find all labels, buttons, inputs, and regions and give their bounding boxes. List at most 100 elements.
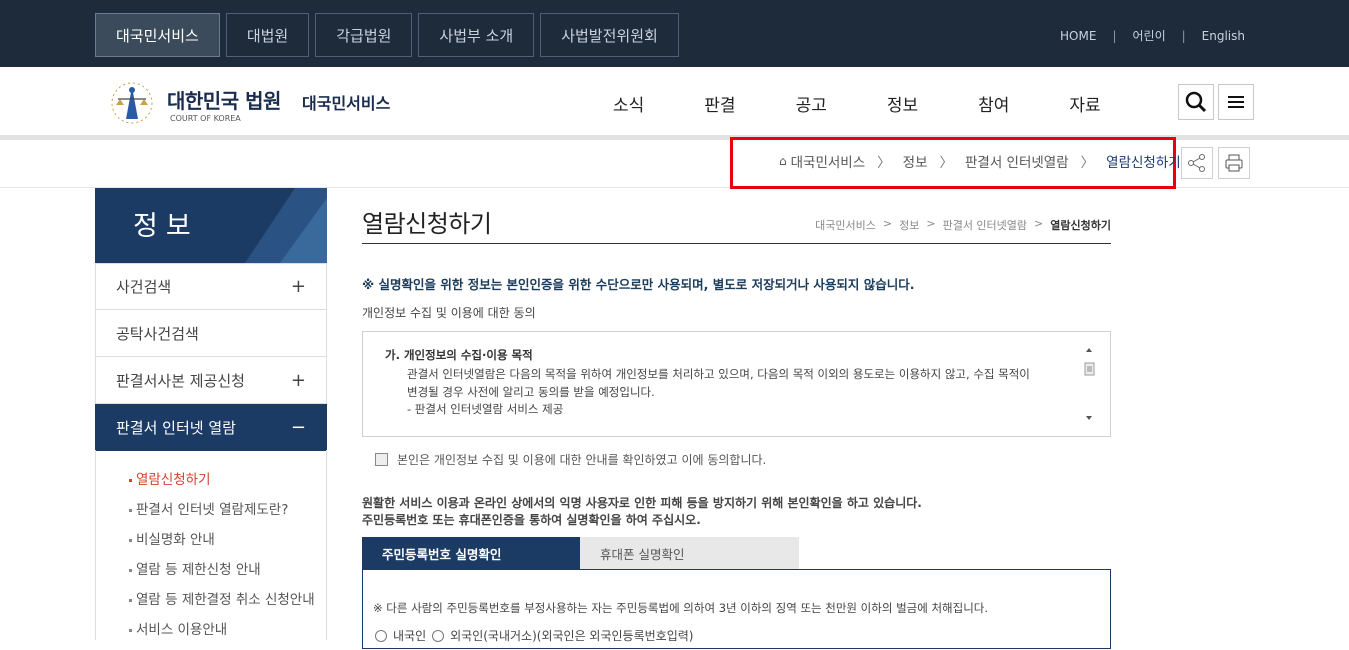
page-breadcrumb-item[interactable]: 대국민서비스: [815, 217, 876, 233]
site-tab-supreme-court[interactable]: 대법원: [225, 13, 310, 57]
minus-icon: −: [290, 416, 306, 438]
submenu-label: 열람 등 제한결정 취소 신청안내: [136, 592, 315, 608]
submenu-label: 서비스 이용안내: [136, 622, 228, 638]
submenu-label: 열람 등 제한신청 안내: [136, 562, 261, 578]
plus-icon: +: [290, 276, 306, 297]
consent-label: 개인정보 수집 및 이용에 대한 동의: [362, 306, 536, 320]
page-title: 열람신청하기: [362, 210, 492, 238]
submenu-item-anonymization[interactable]: 비실명화 안내: [96, 530, 326, 560]
chevron-right-icon: >: [1034, 217, 1044, 230]
terms-box[interactable]: 가. 개인정보의 수집·이용 목적 관결서 인터넷열람은 다음의 목적을 위하여…: [362, 331, 1111, 437]
print-icon: [1225, 154, 1243, 172]
page-breadcrumb: 대국민서비스 > 정보 > 판결서 인터넷열람 > 열람신청하기: [815, 217, 1111, 233]
home-link[interactable]: HOME: [1060, 29, 1096, 43]
sidebar-item-label: 공탁사건검색: [116, 324, 199, 343]
legal-warning: ※ 다른 사람의 주민등록번호를 부정사용하는 자는 주민등록법에 의하여 3년…: [373, 601, 989, 615]
terms-heading: 가. 개인정보의 수집·이용 목적: [385, 348, 533, 362]
sidebar-menu: 사건검색 + 공탁사건검색 판결서사본 제공신청 + 판결서 인터넷 열람 −: [95, 263, 327, 451]
plus-icon: +: [290, 369, 306, 391]
breadcrumb-current[interactable]: 열람신청하기: [1106, 151, 1181, 171]
terms-body: 관결서 인터넷열람은 다음의 목적을 위하여 개인정보를 처리하고 있으며, 다…: [407, 367, 1030, 399]
nav-notice[interactable]: 공고: [796, 91, 827, 116]
submenu-label: 열람신청하기: [136, 472, 211, 488]
site-tab-citizen-service[interactable]: 대국민서비스: [95, 13, 220, 57]
breadcrumb: ⌂ 대국민서비스 〉 정보 〉 판결서 인터넷열람 〉 열람신청하기: [779, 151, 1181, 171]
share-button[interactable]: [1181, 147, 1213, 179]
chevron-right-icon: 〉: [877, 155, 891, 171]
print-button[interactable]: [1218, 147, 1250, 179]
sidebar-header: 정보: [95, 188, 327, 263]
terms-scrollbar[interactable]: [1082, 346, 1096, 424]
terms-item: - 판결서 인터넷열람 서비스 제공: [407, 402, 564, 416]
nav-news[interactable]: 소식: [613, 91, 644, 116]
nav-info[interactable]: 정보: [887, 91, 918, 116]
home-icon[interactable]: ⌂: [779, 154, 787, 168]
sidebar-item-label: 사건검색: [116, 278, 172, 296]
nav-judgment[interactable]: 판결: [704, 91, 735, 116]
sidebar-header-decoration: [245, 188, 327, 263]
service-title[interactable]: 대국민서비스: [302, 90, 390, 114]
chevron-right-icon: >: [882, 217, 893, 230]
menu-button[interactable]: [1218, 84, 1254, 120]
sidebar-item-judgment-internet-view[interactable]: 판결서 인터넷 열람 −: [95, 404, 327, 451]
consent-checkbox-label[interactable]: 본인은 개인정보 수집 및 이용에 대한 안내를 확인하였고 이에 동의합니다.: [397, 451, 766, 468]
breadcrumb-item[interactable]: 대국민서비스: [791, 151, 866, 171]
share-icon: [1188, 154, 1205, 172]
search-icon: [1185, 91, 1207, 113]
sidebar-submenu: 열람신청하기 판결서 인터넷 열람제도란? 비실명화 안내 열람 등 제한신청 …: [95, 450, 327, 640]
sidebar-item-judgment-copy[interactable]: 판결서사본 제공신청 +: [95, 357, 327, 404]
search-button[interactable]: [1178, 84, 1214, 120]
utility-links: HOME | 어린이 | English: [1060, 27, 1245, 44]
radio-korean-label[interactable]: 내국인: [393, 627, 426, 644]
verification-instruction: 주민등록번호 또는 휴대폰인증을 통하여 실명확인을 하여 주십시오.: [362, 513, 701, 527]
site-header: 대한민국 법원 COURT OF KOREA 대국민서비스 소식 판결 공고 정…: [0, 67, 1349, 136]
title-divider: [362, 243, 1111, 244]
chevron-right-icon: 〉: [939, 155, 954, 171]
brand-title[interactable]: 대한민국 법원: [167, 85, 281, 114]
privacy-notice: ※ 실명확인을 위한 정보는 본인인증을 위한 수단으로만 사용되며, 별도로 …: [362, 277, 915, 292]
site-tabs: 대국민서비스 대법원 각급법원 사법부 소개 사법발전위원회: [95, 13, 679, 57]
submenu-label: 비실명화 안내: [136, 532, 215, 548]
submenu-item-system[interactable]: 판결서 인터넷 열람제도란?: [96, 500, 326, 530]
page-breadcrumb-item[interactable]: 판결서 인터넷열람: [943, 217, 1027, 233]
breadcrumb-item[interactable]: 판결서 인터넷열람: [965, 151, 1069, 171]
radio-foreigner[interactable]: [432, 629, 445, 642]
chevron-right-icon: 〉: [1080, 155, 1095, 171]
hamburger-icon: [1228, 96, 1244, 108]
page-breadcrumb-current: 열람신청하기: [1050, 219, 1111, 232]
sidebar-item-deposit-search[interactable]: 공탁사건검색: [95, 310, 327, 357]
tab-resident-number[interactable]: 주민등록번호 실명확인: [362, 537, 580, 570]
sidebar-item-case-search[interactable]: 사건검색 +: [95, 263, 327, 310]
site-tab-development-committee[interactable]: 사법발전위원회: [540, 13, 679, 57]
submenu-item-apply[interactable]: 열람신청하기: [96, 470, 326, 500]
tab-mobile-phone[interactable]: 휴대폰 실명확인: [580, 537, 799, 570]
sidebar-title: 정보: [133, 211, 199, 242]
main-nav: 소식 판결 공고 정보 참여 자료: [613, 91, 1161, 116]
verification-description: 원활한 서비스 이용과 온라인 상에서의 익명 사용자로 인한 피해 등을 방지…: [362, 496, 922, 510]
breadcrumb-item[interactable]: 정보: [903, 151, 928, 171]
submenu-item-usage-guide[interactable]: 서비스 이용안내: [96, 620, 326, 650]
site-tab-courts[interactable]: 각급법원: [315, 13, 413, 57]
separator: |: [1181, 28, 1186, 43]
top-bar: 대국민서비스 대법원 각급법원 사법부 소개 사법발전위원회 HOME | 어린…: [0, 0, 1349, 67]
kids-link[interactable]: 어린이: [1132, 27, 1165, 44]
sidebar-item-label: 판결서 인터넷 열람: [116, 418, 236, 437]
submenu-item-restriction-cancel[interactable]: 열람 등 제한결정 취소 신청안내: [96, 590, 326, 620]
radio-korean[interactable]: [375, 629, 387, 642]
nav-data[interactable]: 자료: [1069, 91, 1100, 116]
verification-tabs: 주민등록번호 실명확인 휴대폰 실명확인: [362, 537, 799, 570]
consent-checkbox[interactable]: [375, 453, 388, 466]
separator: |: [1112, 28, 1117, 43]
court-emblem-icon[interactable]: [108, 79, 156, 127]
submenu-label: 판결서 인터넷 열람제도란?: [136, 502, 289, 518]
english-link[interactable]: English: [1202, 29, 1245, 43]
radio-foreigner-label[interactable]: 외국인(국내거소)(외국인은 외국인등록번호입력): [450, 627, 693, 644]
chevron-right-icon: >: [926, 217, 936, 230]
submenu-item-restriction[interactable]: 열람 등 제한신청 안내: [96, 560, 326, 590]
nav-participation[interactable]: 참여: [978, 91, 1009, 116]
brand-subtitle: COURT OF KOREA: [170, 114, 241, 123]
nationality-radio-group: 내국인 외국인(국내거소)(외국인은 외국인등록번호입력): [375, 627, 693, 644]
page-breadcrumb-item[interactable]: 정보: [899, 217, 919, 233]
sidebar-item-label: 판결서사본 제공신청: [116, 371, 245, 390]
site-tab-judiciary-intro[interactable]: 사법부 소개: [418, 13, 535, 57]
